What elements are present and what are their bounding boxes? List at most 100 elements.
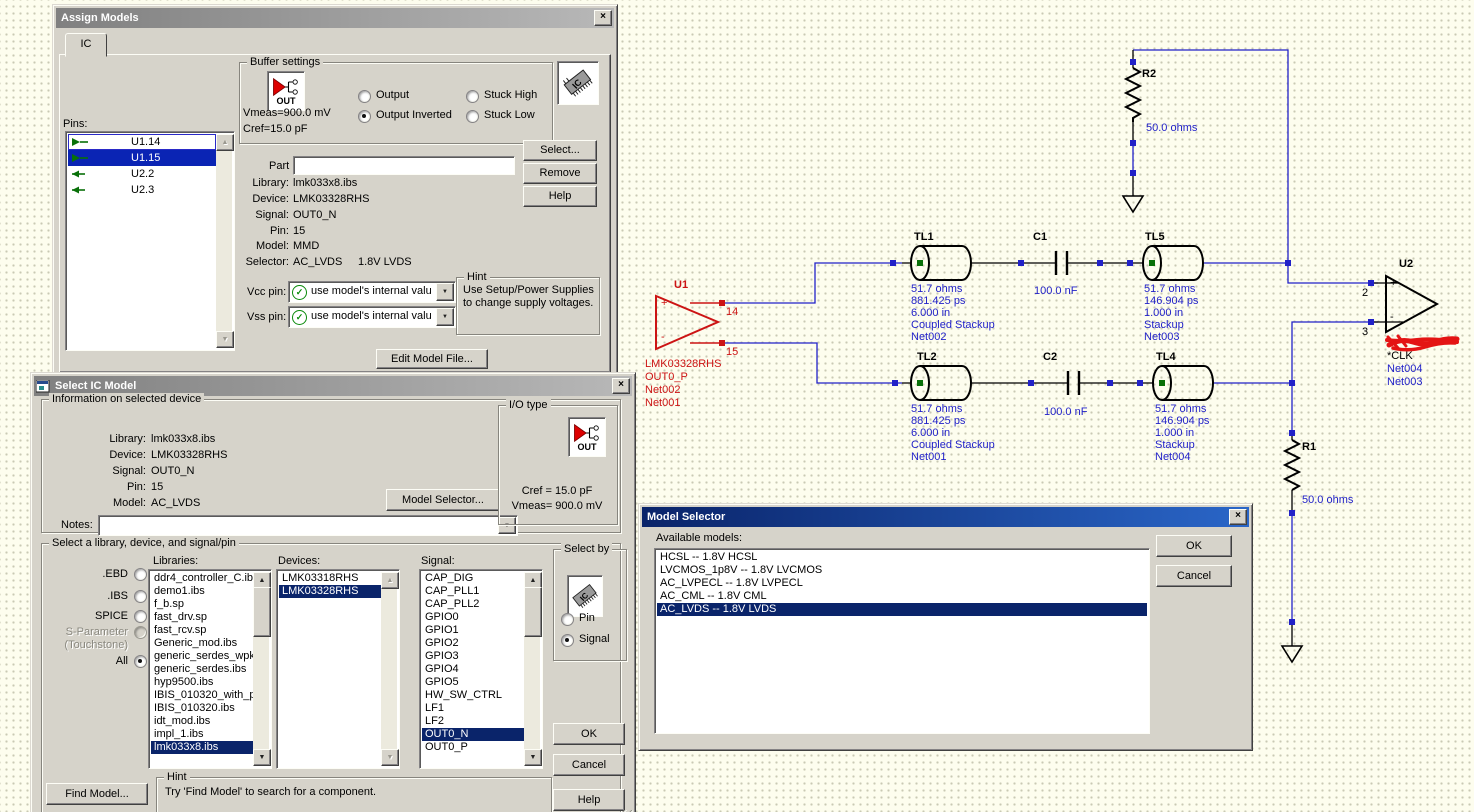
radio-ebd[interactable]	[134, 568, 147, 581]
scroll-up-icon[interactable]: ▲	[216, 134, 234, 151]
library-item[interactable]: lmk033x8.ibs	[151, 741, 253, 754]
radio-all-label[interactable]: All	[51, 655, 128, 668]
model-item[interactable]: AC_CML -- 1.8V CML	[657, 590, 1147, 603]
radio-output-label[interactable]: Output	[376, 89, 409, 102]
cancel-button[interactable]: Cancel	[553, 754, 625, 776]
signal-item[interactable]: GPIO3	[422, 650, 524, 663]
radio-stuck-high[interactable]	[466, 90, 479, 103]
model-item[interactable]: AC_LVPECL -- 1.8V LVPECL	[657, 577, 1147, 590]
radio-spice[interactable]	[134, 610, 147, 623]
model-item[interactable]: HCSL -- 1.8V HCSL	[657, 551, 1147, 564]
available-models-list[interactable]: HCSL -- 1.8V HCSL LVCMOS_1p8V -- 1.8V LVC…	[654, 548, 1150, 734]
r2-resistor[interactable]	[1123, 67, 1143, 122]
signal-item[interactable]: OUT0_P	[422, 741, 524, 754]
model-value: AC_LVDS	[151, 497, 201, 509]
ok-button[interactable]: OK	[553, 723, 625, 745]
input-pin-icon	[72, 170, 85, 178]
vss-pin-combobox[interactable]: ✓ use model's internal valu ▼	[288, 306, 456, 328]
library-item[interactable]: demo1.ibs	[151, 585, 253, 598]
tab-ic[interactable]: IC	[65, 33, 107, 57]
signal-item[interactable]: GPIO2	[422, 637, 524, 650]
libraries-list[interactable]: ddr4_controller_C.ib demo1.ibs f_b.sp fast_…	[148, 569, 272, 769]
ic-chip-icon-box[interactable]: IC	[557, 61, 599, 105]
signal-item[interactable]: HW_SW_CTRL	[422, 689, 524, 702]
library-item[interactable]: generic_serdes_wpk	[151, 650, 253, 663]
scroll-down-icon[interactable]: ▼	[524, 749, 542, 766]
radio-ebd-label[interactable]: .EBD	[51, 568, 128, 581]
scroll-up-icon[interactable]: ▲	[381, 572, 399, 589]
signal-item[interactable]: CAP_PLL1	[422, 585, 524, 598]
vcc-pin-combobox[interactable]: ✓ use model's internal valu ▼	[288, 281, 456, 303]
radio-ibs[interactable]	[134, 590, 147, 603]
scrollbar-thumb[interactable]	[524, 587, 542, 637]
remove-button[interactable]: Remove	[523, 163, 597, 184]
radio-signal[interactable]	[561, 634, 574, 647]
signal-item[interactable]: GPIO5	[422, 676, 524, 689]
r1-resistor[interactable]	[1282, 439, 1302, 491]
library-item[interactable]: IBIS_010320.ibs	[151, 702, 253, 715]
select-button[interactable]: Select...	[523, 140, 597, 161]
signal-item[interactable]: OUT0_N	[422, 728, 524, 741]
edit-model-file-button[interactable]: Edit Model File...	[376, 349, 488, 369]
device-item[interactable]: LMK03328RHS	[279, 585, 381, 598]
library-item[interactable]: IBIS_010320_with_p	[151, 689, 253, 702]
cancel-button[interactable]: Cancel	[1156, 565, 1232, 587]
part-input[interactable]	[293, 156, 515, 175]
signal-item[interactable]: GPIO1	[422, 624, 524, 637]
scroll-down-icon[interactable]: ▼	[253, 749, 271, 766]
radio-output[interactable]	[358, 90, 371, 103]
radio-spice-label[interactable]: SPICE	[51, 610, 128, 623]
radio-signal-label[interactable]: Signal	[579, 633, 610, 646]
library-item[interactable]: hyp9500.ibs	[151, 676, 253, 689]
libraries-scrollbar[interactable]: ▲ ▼	[253, 572, 271, 766]
model-item[interactable]: AC_LVDS -- 1.8V LVDS	[657, 603, 1147, 616]
scroll-down-icon[interactable]: ▼	[216, 331, 234, 348]
signal-scrollbar[interactable]: ▲ ▼	[524, 572, 542, 766]
radio-output-inverted[interactable]	[358, 110, 371, 123]
signal-item[interactable]: CAP_DIG	[422, 572, 524, 585]
model-selector-button[interactable]: Model Selector...	[386, 489, 500, 511]
library-item[interactable]: idt_mod.ibs	[151, 715, 253, 728]
close-icon[interactable]: ×	[594, 10, 612, 26]
scrollbar-thumb[interactable]	[253, 587, 271, 637]
radio-stuck-low-label[interactable]: Stuck Low	[484, 109, 535, 122]
library-item[interactable]: fast_drv.sp	[151, 611, 253, 624]
radio-stuck-low[interactable]	[466, 110, 479, 123]
radio-stuck-high-label[interactable]: Stuck High	[484, 89, 537, 102]
close-icon[interactable]: ×	[1229, 509, 1247, 525]
radio-output-inverted-label[interactable]: Output Inverted	[376, 109, 452, 122]
device-item[interactable]: LMK03318RHS	[279, 572, 381, 585]
signal-item[interactable]: CAP_PLL2	[422, 598, 524, 611]
library-item[interactable]: generic_serdes.ibs	[151, 663, 253, 676]
help-button[interactable]: Help	[523, 186, 597, 207]
signal-item[interactable]: LF2	[422, 715, 524, 728]
help-button[interactable]: Help	[553, 789, 625, 811]
c1-symbol[interactable]	[1054, 251, 1069, 275]
library-item[interactable]: Generic_mod.ibs	[151, 637, 253, 650]
chevron-down-icon[interactable]: ▼	[436, 283, 454, 301]
signal-item[interactable]: GPIO4	[422, 663, 524, 676]
devices-scrollbar[interactable]: ▲ ▼	[381, 572, 399, 766]
signal-list[interactable]: CAP_DIG CAP_PLL1 CAP_PLL2 GPIO0 GPIO1 GPIO2 GP…	[419, 569, 543, 769]
ok-button[interactable]: OK	[1156, 535, 1232, 557]
library-item[interactable]: f_b.sp	[151, 598, 253, 611]
chevron-down-icon[interactable]: ▼	[436, 308, 454, 326]
scroll-down-icon[interactable]: ▼	[381, 749, 399, 766]
find-model-button[interactable]: Find Model...	[46, 783, 148, 805]
pin-item[interactable]: U1.15	[68, 150, 216, 166]
library-item[interactable]: ddr4_controller_C.ib	[151, 572, 253, 585]
radio-pin[interactable]	[561, 613, 574, 626]
pin-item[interactable]: U1.14	[68, 134, 216, 150]
library-item[interactable]: fast_rcv.sp	[151, 624, 253, 637]
model-item[interactable]: LVCMOS_1p8V -- 1.8V LVCMOS	[657, 564, 1147, 577]
devices-list[interactable]: LMK03318RHS LMK03328RHS ▲ ▼	[276, 569, 400, 769]
notes-combobox[interactable]: ▼	[98, 515, 518, 536]
signal-item[interactable]: GPIO0	[422, 611, 524, 624]
c2-symbol[interactable]	[1066, 371, 1081, 395]
signal-item[interactable]: LF1	[422, 702, 524, 715]
close-icon[interactable]: ×	[612, 378, 630, 394]
radio-ibs-label[interactable]: .IBS	[51, 590, 128, 603]
library-item[interactable]: impl_1.ibs	[151, 728, 253, 741]
radio-pin-label[interactable]: Pin	[579, 612, 595, 625]
radio-all[interactable]	[134, 655, 147, 668]
